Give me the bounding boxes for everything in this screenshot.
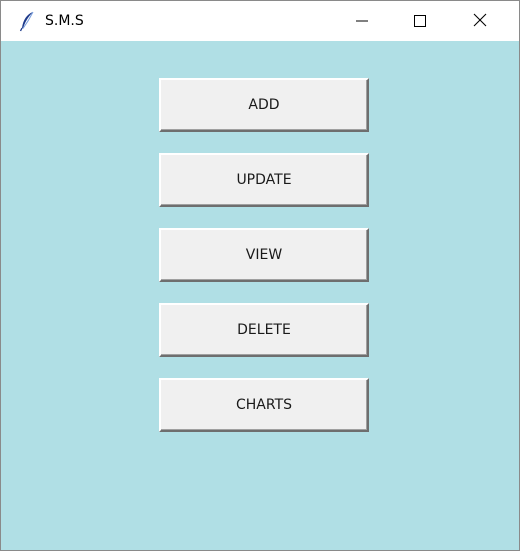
update-button[interactable]: UPDATE: [159, 153, 369, 207]
charts-button[interactable]: CHARTS: [159, 378, 369, 432]
add-button[interactable]: ADD: [159, 78, 369, 132]
close-icon: [473, 12, 487, 31]
delete-button-label: DELETE: [237, 322, 291, 338]
close-button[interactable]: [451, 1, 509, 41]
delete-button[interactable]: DELETE: [159, 303, 369, 357]
add-button-label: ADD: [248, 97, 280, 113]
view-button-label: VIEW: [245, 247, 283, 263]
main-panel: ADD UPDATE VIEW DELETE CHARTS: [1, 41, 519, 550]
maximize-icon: [414, 12, 426, 31]
feather-icon: [17, 10, 39, 32]
update-button-label: UPDATE: [236, 172, 292, 188]
maximize-button[interactable]: [391, 1, 449, 41]
view-button[interactable]: VIEW: [159, 228, 369, 282]
window-title: S.M.S: [45, 13, 84, 29]
title-bar[interactable]: S.M.S: [1, 1, 519, 41]
minimize-button[interactable]: [333, 1, 391, 41]
minimize-icon: [356, 12, 368, 31]
charts-button-label: CHARTS: [235, 397, 293, 413]
app-window: S.M.S ADD UPDATE VIEW DELETE CHARTS: [0, 0, 520, 551]
